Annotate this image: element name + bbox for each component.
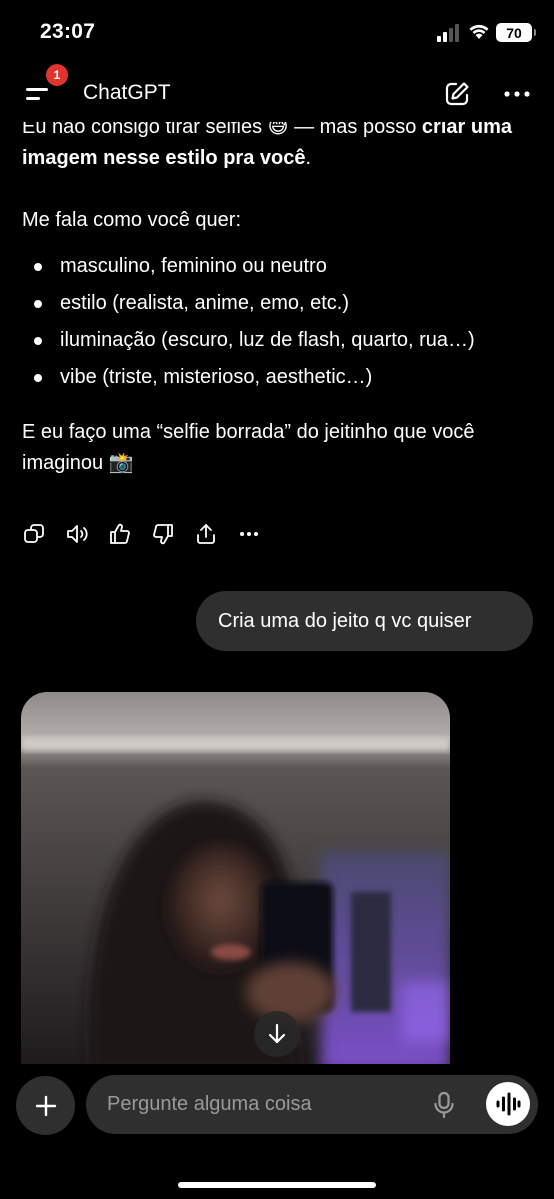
share-icon[interactable] xyxy=(194,522,218,546)
status-bar: 23:07 70 xyxy=(0,0,554,64)
notification-badge: 1 xyxy=(46,64,68,86)
voice-mode-button[interactable] xyxy=(486,1082,530,1126)
arrow-down-icon xyxy=(268,1023,286,1044)
composer-bar xyxy=(0,1064,554,1199)
bullet-item: iluminação (escuro, luz de flash, quarto… xyxy=(22,322,542,359)
more-options-icon[interactable] xyxy=(502,81,532,107)
copy-icon[interactable] xyxy=(22,522,46,546)
assistant-intro: Me fala como você quer: xyxy=(22,209,241,231)
home-indicator xyxy=(178,1182,376,1188)
voice-waveform-icon xyxy=(496,1092,521,1116)
bullet-item: estilo (realista, anime, emo, etc.) xyxy=(22,285,542,322)
battery-indicator: 70 xyxy=(496,23,536,42)
status-time: 23:07 xyxy=(40,20,96,43)
edit-icon[interactable] xyxy=(444,81,470,107)
more-icon[interactable] xyxy=(237,522,261,546)
user-message-text: Cria uma do jeito q vc quiser xyxy=(218,609,472,632)
thumbs-up-icon[interactable] xyxy=(108,522,132,546)
speaker-icon[interactable] xyxy=(65,522,89,546)
assistant-closing: E eu faço uma “selfie borrada” do jeitin… xyxy=(22,421,475,474)
cellular-signal-icon xyxy=(437,24,459,42)
plus-icon xyxy=(35,1095,56,1116)
wifi-icon xyxy=(469,24,489,39)
sidebar-menu-button[interactable] xyxy=(22,82,52,108)
scroll-down-button[interactable] xyxy=(254,1011,300,1057)
bullet-item: vibe (triste, misterioso, aesthetic…) xyxy=(22,359,542,396)
message-actions xyxy=(22,520,261,548)
thumbs-down-icon[interactable] xyxy=(151,522,175,546)
assistant-bullet-list: masculino, feminino ou neutro estilo (re… xyxy=(22,248,542,396)
top-app-bar: 1 ChatGPT xyxy=(0,64,554,122)
message-input[interactable] xyxy=(107,1075,427,1134)
microphone-icon[interactable] xyxy=(432,1091,456,1119)
add-attachment-button[interactable] xyxy=(16,1076,75,1135)
assistant-message: Eu não consigo tirar selfies 😅 — mas pos… xyxy=(22,112,542,479)
generated-image[interactable] xyxy=(21,692,450,1072)
user-message-bubble: Cria uma do jeito q vc quiser xyxy=(196,591,533,651)
bullet-item: masculino, feminino ou neutro xyxy=(22,248,542,285)
message-input-container xyxy=(86,1075,538,1134)
app-title[interactable]: ChatGPT xyxy=(83,81,171,105)
